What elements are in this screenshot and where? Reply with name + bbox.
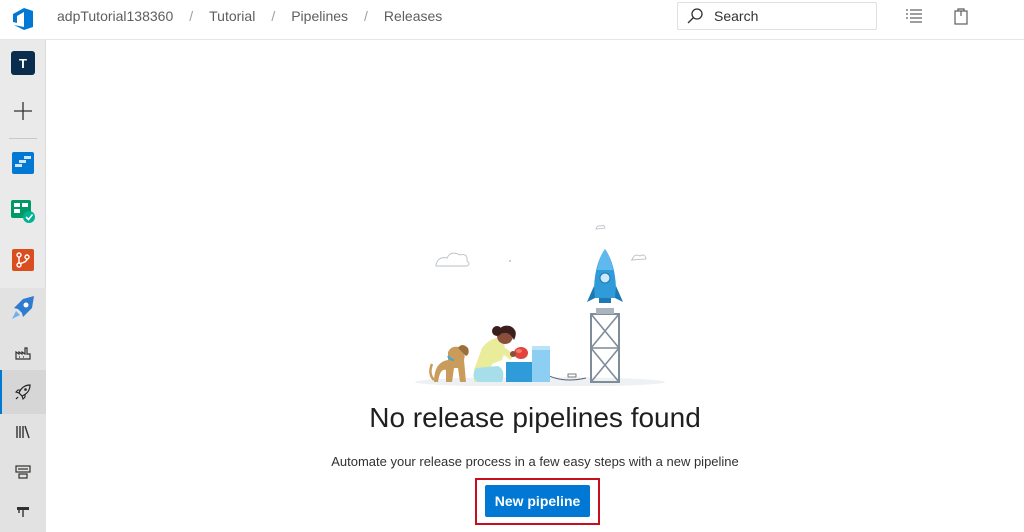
nav-task-groups[interactable] bbox=[0, 450, 46, 494]
checklist-icon[interactable] bbox=[904, 7, 924, 25]
library-icon bbox=[16, 425, 30, 439]
shopping-bag-icon[interactable] bbox=[951, 7, 971, 25]
breadcrumb-project[interactable]: Tutorial bbox=[209, 8, 255, 24]
breadcrumb-separator: / bbox=[364, 8, 368, 24]
repos-icon bbox=[12, 249, 34, 271]
boards-icon bbox=[11, 200, 35, 223]
empty-state-title: No release pipelines found bbox=[369, 402, 701, 433]
left-navigation: T bbox=[0, 40, 46, 532]
nav-overview[interactable] bbox=[0, 141, 46, 185]
breadcrumb-releases[interactable]: Releases bbox=[384, 8, 442, 24]
overview-icon bbox=[12, 152, 34, 174]
nav-boards[interactable] bbox=[0, 189, 46, 233]
pipelines-icon bbox=[12, 296, 34, 319]
nav-builds[interactable] bbox=[0, 330, 46, 374]
nav-library[interactable] bbox=[0, 410, 46, 454]
deployment-groups-icon bbox=[17, 507, 29, 517]
project-initial: T bbox=[11, 51, 35, 75]
breadcrumb-separator: / bbox=[271, 8, 276, 24]
rocket-launch-illustration bbox=[415, 224, 665, 386]
main-content: No release pipelines found Automate your… bbox=[46, 40, 1024, 532]
nav-divider bbox=[9, 138, 37, 139]
builds-icon bbox=[15, 347, 31, 360]
rocket-icon bbox=[14, 384, 31, 401]
nav-releases[interactable] bbox=[0, 370, 46, 414]
search-icon bbox=[687, 8, 703, 24]
azure-devops-logo-icon[interactable] bbox=[10, 6, 36, 32]
plus-icon bbox=[14, 102, 32, 120]
task-groups-icon bbox=[15, 465, 31, 479]
project-avatar[interactable]: T bbox=[0, 41, 46, 85]
breadcrumb-organization[interactable]: adpTutorial138360 bbox=[57, 8, 173, 24]
search-placeholder: Search bbox=[714, 8, 759, 24]
breadcrumb: adpTutorial138360 / Tutorial / Pipelines… bbox=[57, 0, 442, 32]
breadcrumb-separator: / bbox=[189, 8, 194, 24]
search-box[interactable]: Search bbox=[677, 2, 877, 30]
breadcrumb-pipelines[interactable]: Pipelines bbox=[291, 8, 348, 24]
nav-new-item[interactable] bbox=[0, 89, 46, 133]
new-pipeline-button[interactable]: New pipeline bbox=[485, 485, 590, 517]
empty-state-subtitle: Automate your release process in a few e… bbox=[331, 454, 739, 469]
top-bar: adpTutorial138360 / Tutorial / Pipelines… bbox=[0, 0, 1024, 40]
nav-repos[interactable] bbox=[0, 238, 46, 282]
highlight-box: New pipeline bbox=[475, 478, 600, 525]
nav-pipelines[interactable] bbox=[0, 286, 46, 330]
nav-deployment-groups[interactable] bbox=[0, 490, 46, 532]
